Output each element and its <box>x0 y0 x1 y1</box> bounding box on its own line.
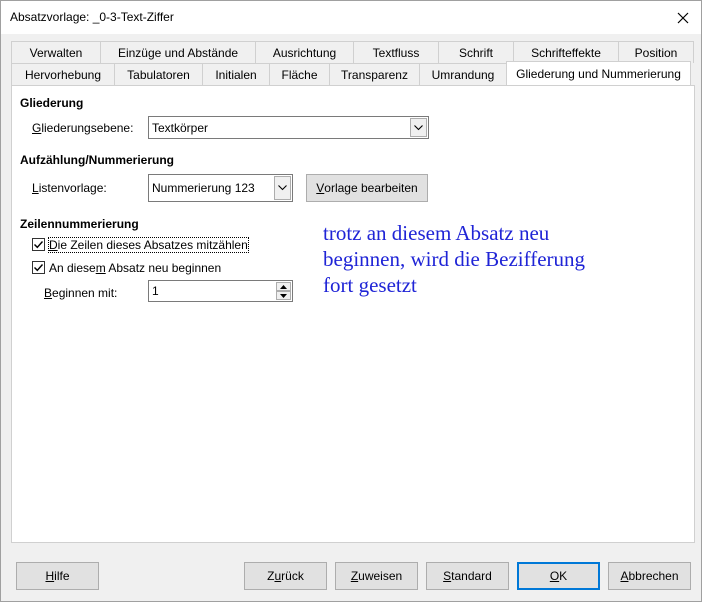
tab-row-back: Verwalten Einzüge und Abstände Ausrichtu… <box>11 41 694 63</box>
label-text: An diese <box>49 261 96 275</box>
select-value: Textkörper <box>152 121 209 135</box>
mnemonic: A <box>620 569 629 583</box>
count-lines-label[interactable]: Die Zeilen dieses Absatzes mitzählen <box>48 237 249 253</box>
restart-numbering-checkbox[interactable] <box>32 261 45 274</box>
restart-numbering-label[interactable]: An diesem Absatz neu beginnen <box>49 261 221 275</box>
count-lines-checkbox[interactable] <box>32 238 45 251</box>
button-label: ilfe <box>54 569 70 583</box>
tab-schrifteffekte[interactable]: Schrifteffekte <box>513 41 619 63</box>
button-label: K <box>559 569 568 583</box>
mnemonic: Z <box>350 569 359 583</box>
tab-hervorhebung[interactable]: Hervorhebung <box>11 63 115 85</box>
ok-button[interactable]: OK <box>517 562 600 590</box>
tab-verwalten[interactable]: Verwalten <box>11 41 101 63</box>
tab-label: Textfluss <box>372 45 420 60</box>
dialog-window: Absatzvorlage: _0-3-Text-Ziffer Verwalte… <box>0 0 702 602</box>
annotation-line: beginnen, wird die Bezifferung <box>323 247 586 271</box>
chevron-down-icon[interactable] <box>274 176 291 200</box>
mnemonic: H <box>45 569 55 583</box>
tab-label: Position <box>634 45 678 60</box>
close-button[interactable] <box>665 1 701 34</box>
label-text: Absatz neu beginnen <box>105 261 222 275</box>
tab-label: Verwalten <box>29 45 83 60</box>
tab-label: Ausrichtung <box>272 45 337 60</box>
start-with-label: Beginnen mit: <box>44 286 117 300</box>
tab-initialen[interactable]: Initialen <box>202 63 270 85</box>
label-text: ie Zeilen dieses Absatzes mitzählen <box>57 238 248 252</box>
tab-label: Einzüge und Abstände <box>117 45 239 60</box>
tab-position[interactable]: Position <box>618 41 694 63</box>
mnemonic: G <box>32 121 42 135</box>
back-button[interactable]: Zu rück <box>244 562 327 590</box>
tab-flaeche[interactable]: Fläche <box>269 63 330 85</box>
label-text: istenvorlage: <box>38 181 107 195</box>
triangle-up-icon <box>280 284 287 289</box>
tab-panel: Gliederung Gliederungsebene: Textkörper … <box>11 85 695 543</box>
mnemonic: B <box>44 286 53 300</box>
stepper-down-button[interactable] <box>276 291 291 300</box>
outline-level-label: Gliederungsebene: <box>32 121 133 135</box>
window-title: Absatzvorlage: _0-3-Text-Ziffer <box>10 10 174 24</box>
tab-label: Umrandung <box>431 67 495 82</box>
tab-umrandung[interactable]: Umrandung <box>419 63 507 85</box>
stepper-buttons <box>276 282 291 300</box>
tab-label: Transparenz <box>341 67 408 82</box>
checkmark-icon <box>34 264 44 272</box>
close-icon <box>677 12 689 23</box>
label-text: eginnen mit: <box>52 286 118 300</box>
stepper-value: 1 <box>152 284 159 298</box>
chevron-down-icon[interactable] <box>410 118 427 137</box>
tab-ausrichtung[interactable]: Ausrichtung <box>255 41 354 63</box>
triangle-down-icon <box>280 293 287 298</box>
select-value: Nummerierung 123 <box>152 181 255 195</box>
mnemonic: L <box>32 181 39 195</box>
help-button[interactable]: Hilfe <box>16 562 99 590</box>
tab-textfluss[interactable]: Textfluss <box>353 41 439 63</box>
button-label: orlage bearbeiten <box>324 181 418 195</box>
mnemonic: u <box>274 569 282 583</box>
tab-label: Gliederung und Nummerierung <box>516 66 681 81</box>
tab-transparenz[interactable]: Transparenz <box>329 63 420 85</box>
tab-einzuege[interactable]: Einzüge und Abstände <box>100 41 256 63</box>
tab-label: Schrifteffekte <box>531 45 601 60</box>
cancel-button[interactable]: Abbrechen <box>608 562 691 590</box>
title-bar: Absatzvorlage: _0-3-Text-Ziffer <box>1 1 701 34</box>
mnemonic: D <box>49 238 58 252</box>
label-text: liederungsebene: <box>41 121 134 135</box>
tab-label: Schrift <box>458 45 493 60</box>
button-label: tandard <box>451 569 492 583</box>
numbering-heading: Aufzählung/Nummerierung <box>20 153 175 167</box>
button-label: Z <box>267 569 275 583</box>
tab-gliederung-nummerierung[interactable]: Gliederung und Nummerierung <box>506 61 691 85</box>
mnemonic: V <box>316 181 325 195</box>
standard-button[interactable]: Standard <box>426 562 509 590</box>
stepper-up-button[interactable] <box>276 282 291 291</box>
checkmark-icon <box>34 241 44 249</box>
outline-level-select[interactable]: Textkörper <box>148 116 429 139</box>
edit-style-button[interactable]: Vorlage bearbeiten <box>306 174 428 202</box>
annotation-text: trotz an diesem Absatz neu beginnen, wir… <box>323 220 663 298</box>
tab-label: Hervorhebung <box>24 67 102 82</box>
assign-button[interactable]: Zuweisen <box>335 562 418 590</box>
annotation-line: fort gesetzt <box>323 273 417 297</box>
mnemonic: m <box>95 261 106 275</box>
tab-label: Initialen <box>215 67 257 82</box>
button-label: rück <box>281 569 304 583</box>
tab-label: Fläche <box>281 67 318 82</box>
tab-label: Tabulatoren <box>127 67 190 82</box>
outline-heading: Gliederung <box>20 96 84 110</box>
list-style-label: Listenvorlage: <box>32 181 107 195</box>
list-style-select[interactable]: Nummerierung 123 <box>148 174 293 202</box>
line-numbering-heading: Zeilennummerierung <box>20 217 139 231</box>
mnemonic: O <box>549 569 560 583</box>
start-with-stepper[interactable]: 1 <box>148 280 293 302</box>
tab-schrift[interactable]: Schrift <box>438 41 514 63</box>
tab-tabulatoren[interactable]: Tabulatoren <box>114 63 203 85</box>
annotation-line: trotz an diesem Absatz neu <box>323 221 550 245</box>
button-label: bbrechen <box>628 569 679 583</box>
mnemonic: S <box>443 569 452 583</box>
tab-row-front: Hervorhebung Tabulatoren Initialen Fläch… <box>11 61 691 85</box>
button-label: uweisen <box>358 569 403 583</box>
